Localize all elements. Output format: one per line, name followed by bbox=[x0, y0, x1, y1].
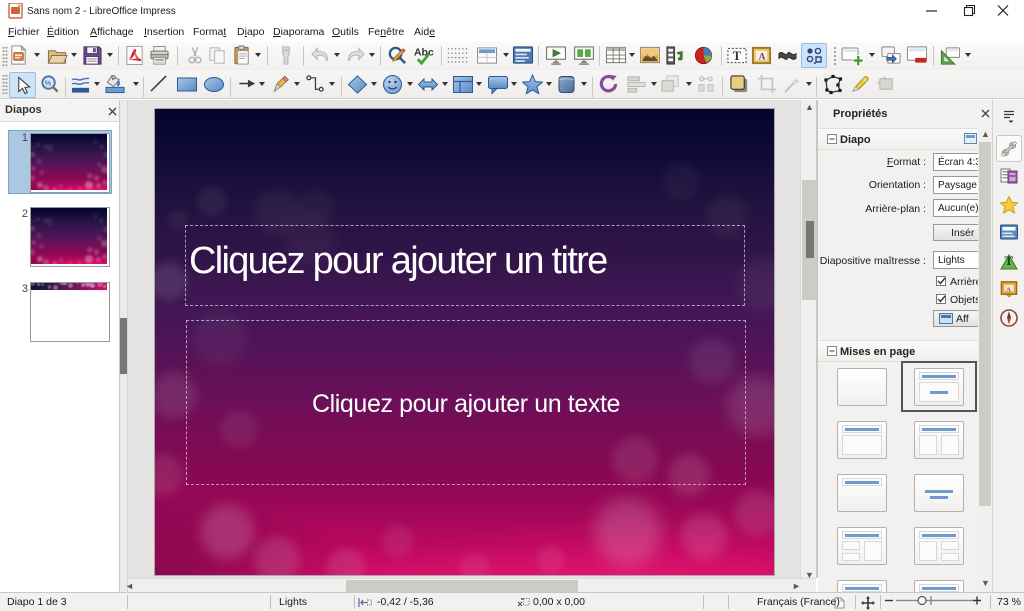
svg-text:%: % bbox=[45, 79, 52, 87]
svg-text:T: T bbox=[1005, 253, 1014, 268]
svg-text:A: A bbox=[1006, 286, 1011, 293]
svg-text:T: T bbox=[733, 49, 742, 63]
svg-text:Abc: Abc bbox=[414, 47, 434, 59]
svg-text:A: A bbox=[759, 51, 766, 62]
